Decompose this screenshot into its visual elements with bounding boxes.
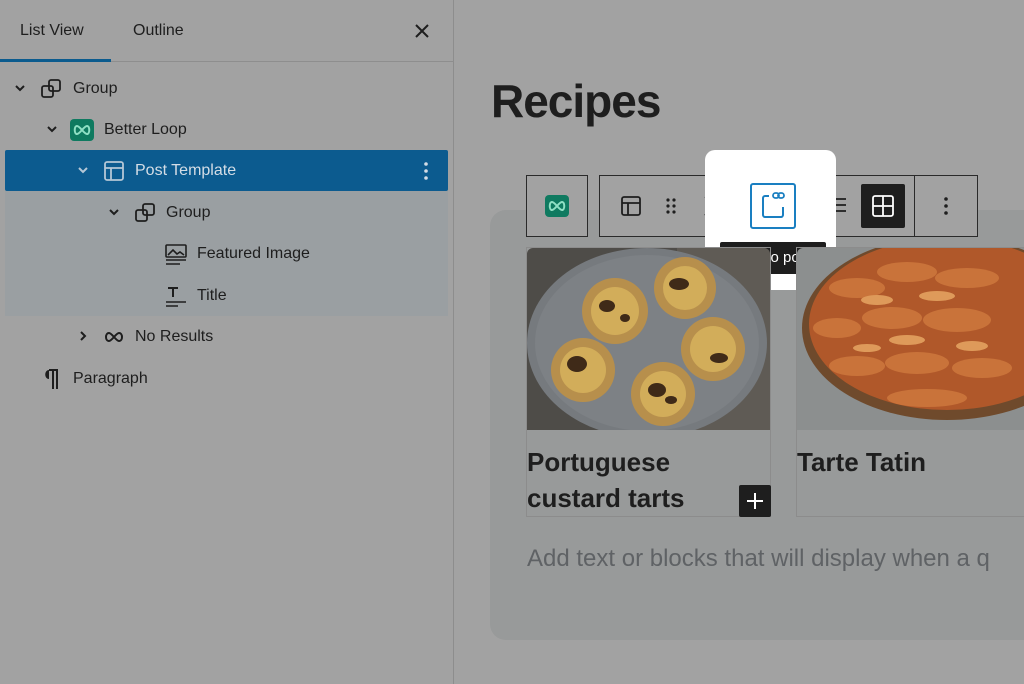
post-title[interactable]: Portuguese custard tarts [527,444,685,516]
tree-item-label: Title [197,287,227,304]
chevron-down-icon[interactable] [107,205,121,219]
title-icon [166,287,186,307]
better-loop-icon [70,119,94,141]
post-template-icon [104,161,124,181]
page-title[interactable]: Recipes [491,74,661,128]
post-card[interactable]: Tarte Tatin [796,247,1024,517]
chevron-down-icon[interactable] [45,122,59,136]
tree-item-label: Featured Image [197,245,310,262]
tab-list-view[interactable]: List View [20,0,84,62]
tree-item-featured-image[interactable]: Featured Image [5,233,448,274]
tree-item-group[interactable]: Group [5,68,448,109]
post-title[interactable]: Tarte Tatin [797,444,926,480]
tree-item-group-nested[interactable]: Group [5,192,448,233]
tree-item-label: Paragraph [73,370,148,387]
tree-item-label: Group [166,204,211,221]
chevron-right-icon[interactable] [76,329,90,343]
close-icon[interactable] [411,20,433,42]
link-to-post-icon [762,192,785,218]
drag-handle-icon [666,198,676,214]
add-block-button[interactable] [739,485,771,517]
options-button[interactable] [923,176,969,236]
better-loop-icon[interactable] [545,195,569,217]
toolbar-separator [914,176,915,236]
link-to-post-button[interactable] [750,183,796,229]
featured-image[interactable] [527,248,770,430]
more-options-icon [944,197,948,215]
chevron-down-icon[interactable] [13,81,27,95]
featured-image[interactable] [797,248,1024,430]
post-template-icon [621,196,641,216]
tree-item-better-loop[interactable]: Better Loop [5,109,448,150]
parent-block-selector[interactable] [526,175,588,237]
tree-item-title[interactable]: Title [5,275,448,316]
no-results-icon [105,331,123,343]
tree-item-label: Post Template [135,162,237,179]
tree-item-post-template[interactable]: Post Template [5,150,448,191]
tree-item-label: Better Loop [104,121,187,138]
grid-layout-icon [872,195,894,217]
featured-image-icon [165,244,187,265]
paragraph-icon [45,369,58,389]
active-tab-indicator [0,59,111,62]
more-options-icon[interactable] [414,159,438,183]
group-icon [135,203,155,222]
tree-item-no-results[interactable]: No Results [5,316,448,357]
plus-icon [747,493,763,509]
post-card[interactable]: Portuguese custard tarts [526,247,771,517]
drag-handle[interactable] [648,176,684,236]
list-view-panel: List View Outline Group Better Loop Post… [0,0,454,684]
panel-tabs: List View Outline [0,0,454,62]
tree-item-paragraph[interactable]: Paragraph [5,358,448,399]
grid-view-button[interactable] [861,184,905,228]
no-results-placeholder[interactable]: Add text or blocks that will display whe… [527,545,990,573]
tree-item-label: Group [73,80,118,97]
group-icon [41,79,61,98]
chevron-down-icon[interactable] [76,163,90,177]
tree-item-label: No Results [135,328,214,345]
tab-outline[interactable]: Outline [133,0,184,62]
